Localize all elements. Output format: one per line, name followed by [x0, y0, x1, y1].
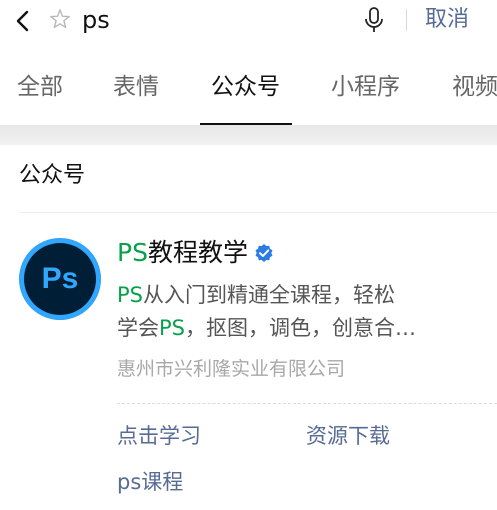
menu-link-downloads[interactable]: 资源下载 — [306, 421, 390, 451]
description-text: ，抠图，调色，创意合… — [185, 316, 416, 340]
back-arrow-icon[interactable] — [12, 9, 36, 33]
avatar-logo-text: Ps — [41, 262, 79, 295]
company-name: 惠州市兴利隆实业有限公司 — [117, 358, 346, 380]
menu-divider — [117, 403, 497, 404]
description-text: 学会 — [117, 316, 159, 340]
tab-stickers[interactable]: 表情 — [113, 72, 159, 102]
section-title: 公众号 — [19, 163, 86, 188]
cancel-button[interactable]: 取消 — [425, 5, 469, 35]
tab-all[interactable]: 全部 — [17, 72, 63, 102]
menu-link-courses[interactable]: ps课程 — [117, 467, 183, 497]
description-line-1: PS从入门到精通全课程，轻松 — [117, 279, 472, 312]
account-avatar[interactable]: Ps — [19, 238, 101, 320]
account-name[interactable]: PS教程教学 — [117, 236, 274, 270]
description-highlight: PS — [117, 283, 143, 307]
tab-mini-programs[interactable]: 小程序 — [331, 72, 400, 102]
verified-badge-icon — [255, 244, 273, 262]
account-description: PS从入门到精通全课程，轻松 学会PS，抠图，调色，创意合… — [117, 279, 472, 345]
section-separator — [0, 125, 497, 145]
description-text: 从入门到精通全课程，轻松 — [143, 283, 395, 307]
search-tabs: 全部 表情 公众号 小程序 视频 — [0, 52, 497, 126]
description-highlight: PS — [159, 316, 185, 340]
search-bar: ps 取消 — [0, 0, 497, 52]
account-name-highlight: PS — [117, 238, 148, 267]
search-input[interactable]: ps — [82, 5, 110, 35]
description-line-2: 学会PS，抠图，调色，创意合… — [117, 312, 472, 345]
star-icon — [50, 9, 70, 29]
search-divider — [406, 9, 407, 31]
search-results-page: ps 取消 全部 表情 公众号 小程序 视频 公众号 Ps PS教程教学 PS从… — [0, 0, 497, 510]
photoshop-logo-icon: Ps — [24, 243, 96, 315]
tab-official-accounts[interactable]: 公众号 — [211, 72, 280, 102]
menu-link-learn[interactable]: 点击学习 — [117, 421, 201, 451]
account-name-rest: 教程教学 — [147, 238, 248, 267]
tab-videos[interactable]: 视频 — [452, 72, 497, 102]
section-divider — [19, 212, 497, 213]
microphone-icon[interactable] — [363, 6, 385, 34]
